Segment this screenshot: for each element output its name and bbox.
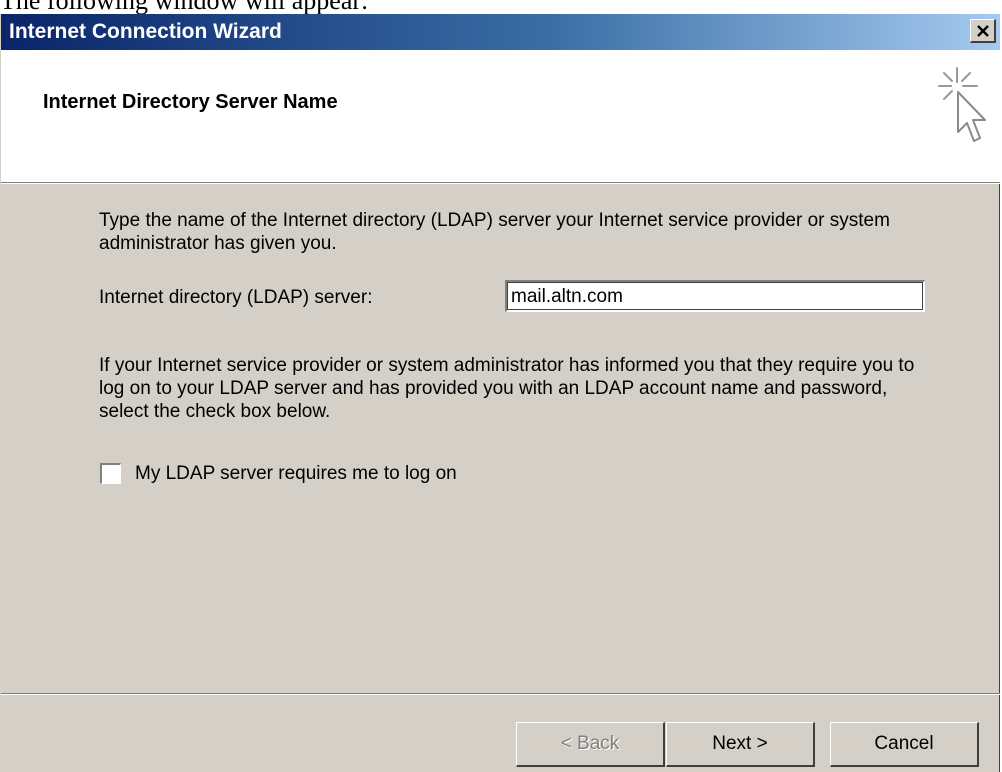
footer-divider	[1, 693, 1000, 695]
logon-checkbox-label[interactable]: My LDAP server requires me to log on	[135, 463, 457, 485]
back-button[interactable]: < Back	[516, 722, 665, 767]
header-divider	[1, 182, 1000, 184]
wizard-cursor-icon	[938, 67, 986, 142]
logon-checkbox[interactable]	[100, 463, 121, 484]
page-title: Internet Directory Server Name	[43, 91, 338, 113]
logon-instruction-text: If your Internet service provider or sys…	[99, 355, 915, 422]
window-title: Internet Connection Wizard	[9, 20, 282, 43]
wizard-header: Internet Directory Server Name	[1, 50, 1000, 182]
ldap-server-input[interactable]	[505, 280, 925, 312]
server-label: Internet directory (LDAP) server:	[99, 287, 373, 308]
wizard-window: Internet Connection Wizard Internet Dire…	[0, 14, 1000, 772]
cancel-button[interactable]: Cancel	[830, 722, 979, 767]
close-button[interactable]	[970, 19, 996, 43]
instruction-text: Type the name of the Internet directory …	[99, 210, 890, 254]
document-caption: The following window will appear:	[0, 0, 369, 15]
next-button[interactable]: Next >	[666, 722, 815, 767]
title-bar[interactable]: Internet Connection Wizard	[1, 14, 1000, 50]
close-icon	[976, 24, 989, 37]
